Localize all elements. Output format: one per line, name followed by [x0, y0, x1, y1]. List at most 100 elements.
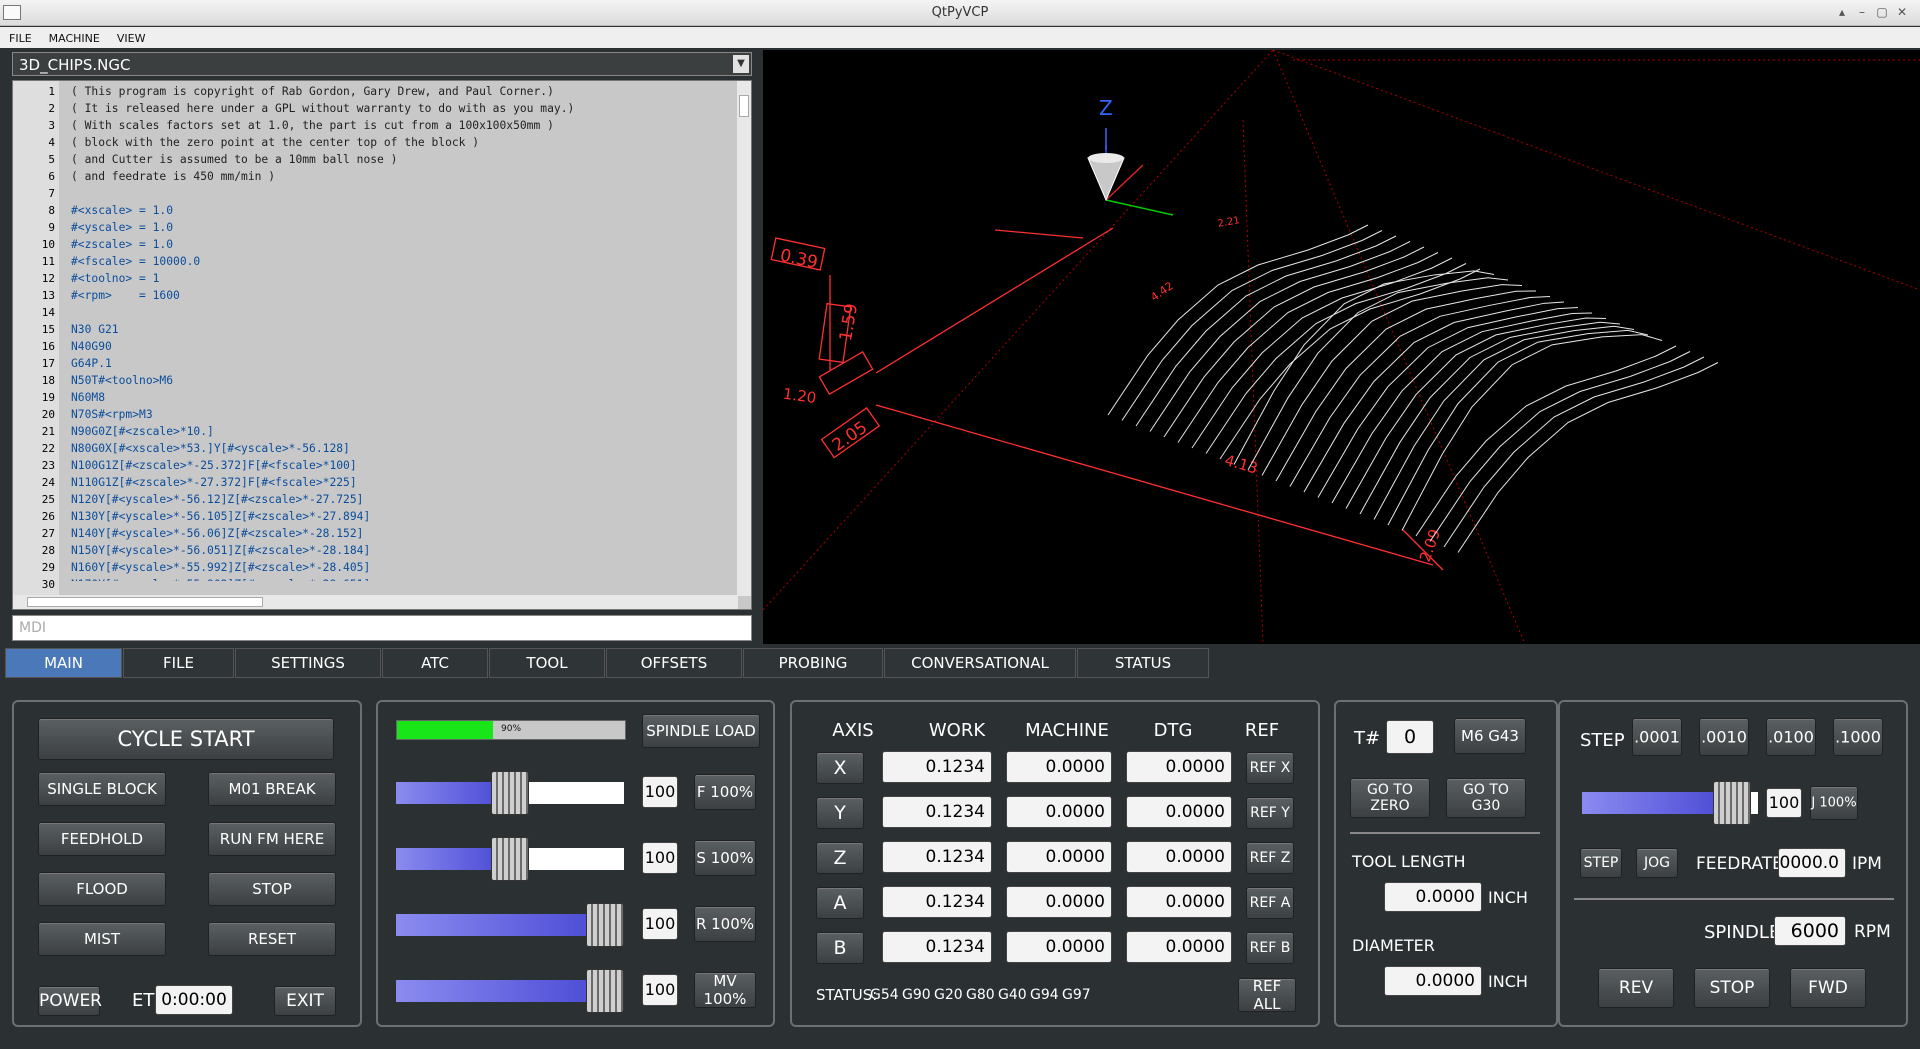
single-block-button[interactable]: SINGLE BLOCK: [38, 772, 166, 806]
override-slider[interactable]: [396, 903, 624, 947]
axis-button-z[interactable]: Z: [816, 842, 864, 874]
axis-button-b[interactable]: B: [816, 932, 864, 964]
power-button[interactable]: POWER: [38, 986, 102, 1016]
m01-break-button[interactable]: M01 BREAK: [208, 772, 336, 806]
code-line[interactable]: N30 G21: [71, 323, 119, 336]
step-size-button[interactable]: .0001: [1632, 718, 1682, 756]
go-to-g30-button[interactable]: GO TO G30: [1446, 778, 1526, 818]
code-line[interactable]: N110G1Z[#<zscale>*-27.372]F[#<fscale>*22…: [71, 476, 357, 489]
override-reset-button[interactable]: MV 100%: [694, 972, 756, 1008]
exit-button[interactable]: EXIT: [274, 986, 336, 1016]
code-line[interactable]: #<rpm> = 1600: [71, 289, 180, 302]
ref-button-z[interactable]: REF Z: [1246, 842, 1294, 874]
slider-handle[interactable]: [586, 903, 624, 947]
ref-button-a[interactable]: REF A: [1246, 887, 1294, 919]
slider-handle[interactable]: [491, 771, 529, 815]
override-value[interactable]: 100: [642, 908, 678, 940]
mist-button[interactable]: MIST: [38, 922, 166, 956]
code-line[interactable]: ( and feedrate is 450 mm/min ): [71, 170, 275, 183]
code-line[interactable]: N60M8: [71, 391, 105, 404]
menu-view[interactable]: VIEW: [108, 27, 154, 45]
code-line[interactable]: N70S#<rpm>M3: [71, 408, 153, 421]
override-slider[interactable]: [396, 837, 624, 881]
override-value[interactable]: 100: [642, 842, 678, 874]
reset-button[interactable]: RESET: [208, 922, 336, 956]
override-reset-button[interactable]: R 100%: [694, 906, 756, 942]
m6-g43-button[interactable]: M6 G43: [1454, 718, 1526, 754]
override-reset-button[interactable]: F 100%: [694, 774, 756, 810]
ref-button-y[interactable]: REF Y: [1246, 797, 1294, 829]
jog-speed-field[interactable]: 100: [1766, 788, 1802, 818]
stop-button[interactable]: STOP: [208, 872, 336, 906]
diameter-field[interactable]: 0.0000: [1384, 966, 1482, 996]
tab-tool[interactable]: TOOL: [489, 648, 605, 678]
mdi-input[interactable]: MDI: [12, 615, 752, 641]
code-line[interactable]: ( It is released here under a GPL withou…: [71, 102, 574, 115]
feedhold-button[interactable]: FEEDHOLD: [38, 822, 166, 856]
gcode-editor[interactable]: 1 2 3 4 5 6 7 8 9 10 11 12 13 14 15 16 17 18 19 20 21 22 23 24 2…: [12, 80, 752, 610]
code-line[interactable]: N140Y[#<yscale>*-56.06]Z[#<zscale>*-28.1…: [71, 527, 363, 540]
shade-icon[interactable]: ▴: [1834, 5, 1854, 19]
code-line[interactable]: N160Y[#<yscale>*-55.992]Z[#<zscale>*-28.…: [71, 561, 370, 574]
tab-probing[interactable]: PROBING: [743, 648, 883, 678]
code-line[interactable]: #<yscale> = 1.0: [71, 221, 173, 234]
menu-machine[interactable]: MACHINE: [40, 27, 108, 45]
chevron-down-icon[interactable]: ▼: [733, 55, 749, 73]
step-size-button[interactable]: .0010: [1699, 718, 1749, 756]
spindle-rpm-field[interactable]: 6000: [1774, 916, 1846, 946]
ref-button-x[interactable]: REF X: [1246, 752, 1294, 784]
code-line[interactable]: #<fscale> = 10000.0: [71, 255, 200, 268]
tab-main[interactable]: MAIN: [5, 648, 122, 678]
slider-handle[interactable]: [491, 837, 529, 881]
spindle-load-button[interactable]: SPINDLE LOAD: [642, 714, 760, 748]
override-value[interactable]: 100: [642, 974, 678, 1006]
override-slider[interactable]: [396, 969, 624, 1013]
axis-button-a[interactable]: A: [816, 887, 864, 919]
override-reset-button[interactable]: S 100%: [694, 840, 756, 876]
spindle-stop-button[interactable]: STOP: [1694, 968, 1770, 1008]
code-line[interactable]: ( block with the zero point at the cente…: [71, 136, 479, 149]
go-to-zero-button[interactable]: GO TO ZERO: [1350, 778, 1430, 818]
override-value[interactable]: 100: [642, 776, 678, 808]
scroll-thumb[interactable]: [27, 597, 263, 607]
code-line[interactable]: N170Y[#<yscale>*-55.902]Z[#<zscale>*-28.…: [71, 578, 370, 581]
vertical-scrollbar[interactable]: [737, 81, 751, 596]
ref-button-b[interactable]: REF B: [1246, 932, 1294, 964]
slider-handle[interactable]: [1713, 781, 1751, 825]
tab-status[interactable]: STATUS: [1077, 648, 1209, 678]
axis-button-y[interactable]: Y: [816, 797, 864, 829]
code-line[interactable]: N130Y[#<yscale>*-56.105]Z[#<zscale>*-27.…: [71, 510, 370, 523]
tool-number-field[interactable]: 0: [1386, 720, 1434, 754]
jog-100-button[interactable]: J 100%: [1810, 786, 1858, 820]
code-line[interactable]: N120Y[#<yscale>*-56.12]Z[#<zscale>*-27.7…: [71, 493, 363, 506]
step-size-button[interactable]: .1000: [1833, 718, 1883, 756]
feedrate-field[interactable]: 0000.0: [1778, 848, 1846, 878]
code-text[interactable]: ( This program is copyright of Rab Gordo…: [71, 81, 741, 581]
code-line[interactable]: N50T#<toolno>M6: [71, 374, 173, 387]
code-line[interactable]: N40G90: [71, 340, 112, 353]
code-line[interactable]: N150Y[#<yscale>*-56.051]Z[#<zscale>*-28.…: [71, 544, 370, 557]
tab-offsets[interactable]: OFFSETS: [606, 648, 742, 678]
minimize-icon[interactable]: –: [1854, 5, 1874, 19]
code-line[interactable]: ( This program is copyright of Rab Gordo…: [71, 85, 554, 98]
code-line[interactable]: ( With scales factors set at 1.0, the pa…: [71, 119, 554, 132]
file-selector[interactable]: 3D_CHIPS.NGC ▼: [12, 52, 752, 76]
backplot-viewer[interactable]: 0.39 1.59 1.20 2.05 4.13 2.09 4.42 2.21 …: [763, 50, 1920, 644]
code-line[interactable]: N100G1Z[#<zscale>*-25.372]F[#<fscale>*10…: [71, 459, 357, 472]
maximize-icon[interactable]: ▢: [1874, 5, 1894, 19]
tool-length-field[interactable]: 0.0000: [1384, 882, 1482, 912]
code-line[interactable]: #<zscale> = 1.0: [71, 238, 173, 251]
horizontal-scrollbar[interactable]: [13, 595, 738, 609]
run-from-here-button[interactable]: RUN FM HERE: [208, 822, 336, 856]
axis-button-x[interactable]: X: [816, 752, 864, 784]
close-icon[interactable]: ✕: [1894, 5, 1914, 19]
jog-mode-button[interactable]: JOG: [1636, 848, 1678, 878]
code-line[interactable]: G64P.1: [71, 357, 112, 370]
tab-settings[interactable]: SETTINGS: [235, 648, 381, 678]
code-line[interactable]: #<toolno> = 1: [71, 272, 159, 285]
code-line[interactable]: ( and Cutter is assumed to be a 10mm bal…: [71, 153, 397, 166]
jog-speed-slider[interactable]: [1582, 781, 1758, 825]
code-line[interactable]: N90G0Z[#<zscale>*10.]: [71, 425, 214, 438]
cycle-start-button[interactable]: CYCLE START: [38, 718, 334, 760]
tab-file[interactable]: FILE: [123, 648, 234, 678]
